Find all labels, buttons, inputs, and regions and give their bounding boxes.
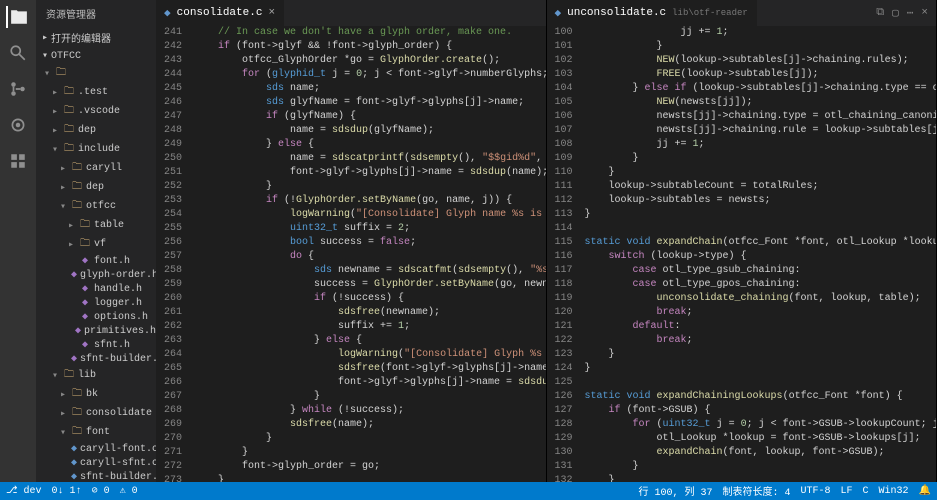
file-item[interactable]: ◆caryll-sfnt.c	[36, 456, 156, 470]
folder-item[interactable]: ▾🗀	[36, 64, 156, 83]
status-eol[interactable]: LF	[841, 486, 853, 497]
close-pane-icon[interactable]: ×	[921, 7, 928, 19]
status-tab[interactable]: 制表符长度: 4	[722, 483, 790, 499]
file-item[interactable]: ◆font.h	[36, 254, 156, 268]
tab-consolidate[interactable]: ◆ consolidate.c ×	[156, 0, 284, 26]
tabs-left: ◆ consolidate.c ×	[156, 0, 546, 26]
file-item[interactable]: ◆handle.h	[36, 282, 156, 296]
status-branch[interactable]: ⎇ dev	[6, 485, 42, 497]
maximize-icon[interactable]: ▢	[892, 6, 899, 20]
close-icon[interactable]: ×	[268, 7, 275, 19]
file-item[interactable]: ◆options.h	[36, 310, 156, 324]
file-tree[interactable]: ▾🗀▸🗀.test▸🗀.vscode▸🗀dep▾🗀include▸🗀caryll…	[36, 64, 156, 482]
folder-item[interactable]: ▾🗀font	[36, 423, 156, 442]
more-icon[interactable]: ⋯	[907, 6, 914, 20]
file-item[interactable]: ◆logger.h	[36, 296, 156, 310]
status-os[interactable]: Win32	[879, 486, 909, 497]
file-icon: ◆	[555, 6, 562, 20]
debug-icon[interactable]	[7, 114, 29, 136]
file-item[interactable]: ◆sfnt-builder.c	[36, 470, 156, 482]
search-icon[interactable]	[7, 42, 29, 64]
folder-item[interactable]: ▸🗀table	[36, 216, 156, 235]
extensions-icon[interactable]	[7, 150, 29, 172]
editor-group: ◆ consolidate.c × 241 // In case we don'…	[156, 0, 937, 482]
code-editor-left[interactable]: 241 // In case we don't have a glyph ord…	[156, 26, 546, 482]
explorer-icon[interactable]	[6, 6, 28, 28]
status-sync[interactable]: 0↓ 1↑	[52, 486, 82, 497]
open-editors-header[interactable]: ▸打开的编辑器	[36, 28, 156, 48]
file-item[interactable]: ◆sfnt-builder.h	[36, 352, 156, 366]
status-lang[interactable]: C	[863, 486, 869, 497]
status-bell[interactable]: 🔔	[919, 485, 931, 497]
tab-unconsolidate[interactable]: ◆ unconsolidate.c lib\otf-reader	[547, 0, 757, 26]
sidebar-title: 资源管理器	[36, 0, 156, 28]
status-warnings[interactable]: ⚠ 0	[120, 485, 138, 497]
file-item[interactable]: ◆caryll-font.c	[36, 442, 156, 456]
folder-item[interactable]: ▸🗀consolidate	[36, 404, 156, 423]
file-item[interactable]: ◆primitives.h	[36, 324, 156, 338]
folder-item[interactable]: ▸🗀.test	[36, 83, 156, 102]
workspace-header[interactable]: ▾OTFCC	[36, 48, 156, 64]
editor-pane-right: ◆ unconsolidate.c lib\otf-reader ⧉ ▢ ⋯ ×…	[547, 0, 937, 482]
file-item[interactable]: ◆sfnt.h	[36, 338, 156, 352]
sidebar: 资源管理器 ▸打开的编辑器 ▾OTFCC ▾🗀▸🗀.test▸🗀.vscode▸…	[36, 0, 156, 482]
editor-pane-left: ◆ consolidate.c × 241 // In case we don'…	[156, 0, 547, 482]
folder-item[interactable]: ▸🗀caryll	[36, 159, 156, 178]
status-pos[interactable]: 行 100, 列 37	[638, 483, 712, 499]
folder-item[interactable]: ▸🗀dep	[36, 178, 156, 197]
tabs-right: ◆ unconsolidate.c lib\otf-reader ⧉ ▢ ⋯ ×	[547, 0, 937, 26]
folder-item[interactable]: ▾🗀otfcc	[36, 197, 156, 216]
file-icon: ◆	[164, 6, 171, 20]
folder-item[interactable]: ▸🗀dep	[36, 121, 156, 140]
file-item[interactable]: ◆glyph-order.h	[36, 268, 156, 282]
activity-bar	[0, 0, 36, 482]
folder-item[interactable]: ▸🗀vf	[36, 235, 156, 254]
source-control-icon[interactable]	[7, 78, 29, 100]
folder-item[interactable]: ▸🗀bk	[36, 385, 156, 404]
folder-item[interactable]: ▾🗀lib	[36, 366, 156, 385]
status-errors[interactable]: ⊘ 0	[92, 485, 110, 497]
status-enc[interactable]: UTF-8	[800, 486, 830, 497]
split-icon[interactable]: ⧉	[876, 7, 884, 19]
folder-item[interactable]: ▸🗀.vscode	[36, 102, 156, 121]
folder-item[interactable]: ▾🗀include	[36, 140, 156, 159]
code-editor-right[interactable]: 100 jj += 1;101 }102 NEW(lookup->subtabl…	[547, 26, 937, 482]
status-bar: ⎇ dev 0↓ 1↑ ⊘ 0 ⚠ 0 行 100, 列 37 制表符长度: 4…	[0, 482, 937, 500]
